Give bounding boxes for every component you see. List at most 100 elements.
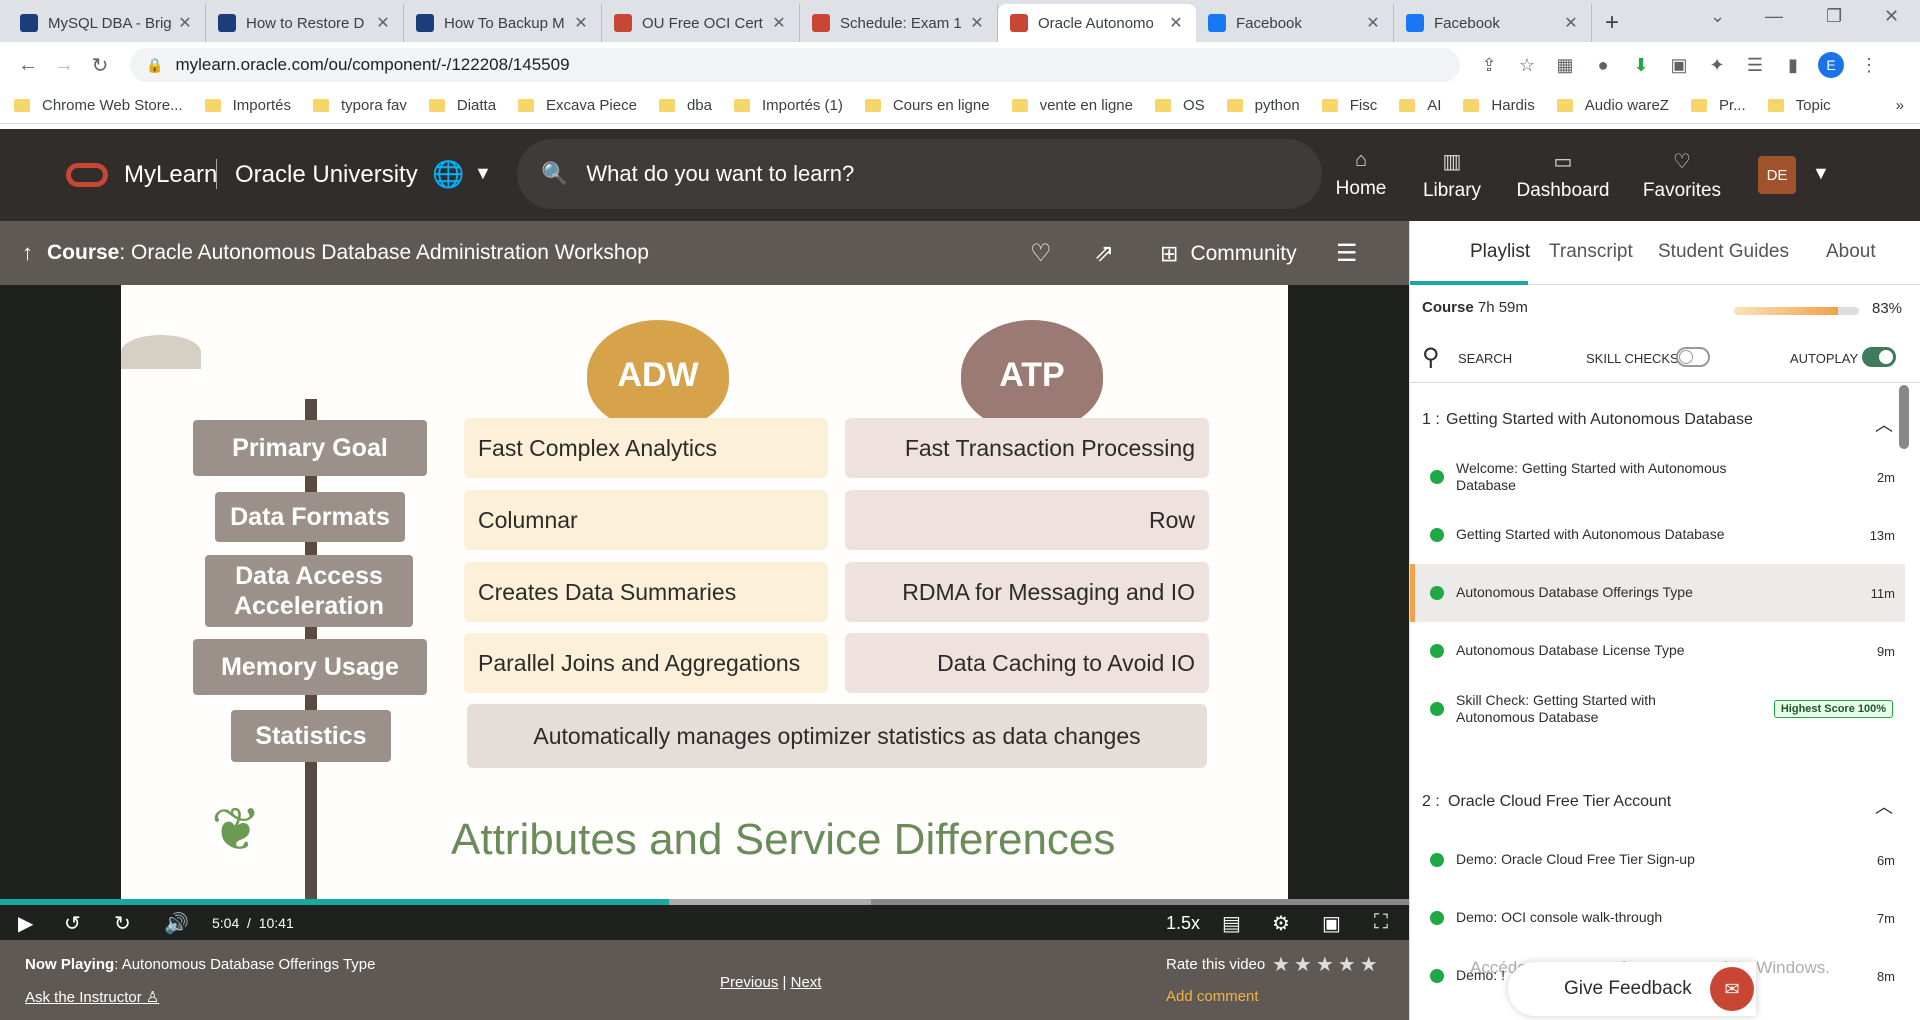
close-tab-icon[interactable]: ✕ [1365, 13, 1381, 33]
playlist-toggle-icon[interactable]: ☰ [1336, 239, 1358, 268]
bookmark-item[interactable]: AI [1399, 97, 1441, 114]
bookmark-item[interactable]: Fisc [1321, 97, 1377, 114]
playlist-item-skill-check[interactable]: Skill Check: Getting Started with Autono… [1410, 680, 1905, 738]
globe-icon[interactable]: 🌐 [432, 159, 464, 190]
bookmark-item[interactable]: Excava Piece [518, 97, 637, 114]
give-feedback-button[interactable]: Give Feedback ✉ [1508, 962, 1756, 1016]
close-tab-icon[interactable]: ✕ [177, 13, 193, 33]
bookmark-item[interactable]: dba [658, 97, 712, 114]
rating-stars[interactable]: ★★★★★ [1272, 952, 1382, 977]
favorite-heart-icon[interactable]: ♡ [1030, 239, 1052, 268]
browser-tab[interactable]: How to Restore D ✕ [206, 4, 404, 42]
playlist-item[interactable]: Demo: OCI console walk-through 7m [1410, 889, 1905, 947]
minimize-icon[interactable]: — [1765, 6, 1783, 27]
add-comment-link[interactable]: Add comment [1166, 988, 1259, 1005]
browser-tab[interactable]: MySQL DBA - Brig ✕ [8, 4, 206, 42]
close-tab-icon[interactable]: ✕ [969, 13, 985, 33]
share-icon[interactable]: ⇪ [1470, 55, 1508, 76]
playlist-item[interactable]: Welcome: Getting Started with Autonomous… [1410, 448, 1905, 506]
browser-tab[interactable]: Facebook ✕ [1196, 4, 1394, 42]
play-icon[interactable]: ▶ [18, 911, 33, 936]
search-icon[interactable]: ⚲ [1422, 343, 1440, 372]
back-icon[interactable]: ← [10, 54, 46, 77]
bookmark-item[interactable]: Diatta [428, 97, 496, 114]
close-tab-icon[interactable]: ✕ [771, 13, 787, 33]
url-field[interactable]: 🔒 mylearn.oracle.com/ou/component/-/1222… [130, 48, 1460, 82]
playlist-item-current[interactable]: Autonomous Database Offerings Type 11m [1410, 564, 1905, 622]
cookie-extension-icon[interactable]: ● [1584, 55, 1622, 76]
back-to-course-icon[interactable]: ↑ [22, 240, 33, 266]
bookmark-item[interactable]: Topic [1767, 97, 1831, 114]
course-title[interactable]: Course: Oracle Autonomous Database Admin… [47, 241, 649, 265]
reading-list-icon[interactable]: ☰ [1736, 55, 1774, 76]
settings-gear-icon[interactable]: ⚙ [1272, 911, 1290, 936]
bookmark-item[interactable]: typora fav [312, 97, 407, 114]
bookmark-item[interactable]: OS [1154, 97, 1205, 114]
video-player[interactable]: ADW ATP Primary Goal Data Formats Data A… [0, 285, 1409, 940]
nav-library[interactable]: ▥ Library [1402, 149, 1502, 202]
chevron-up-icon[interactable]: ︿ [1875, 411, 1893, 437]
close-window-icon[interactable]: ✕ [1884, 6, 1899, 27]
bookmark-item[interactable]: Importés [204, 97, 291, 114]
bookmark-item[interactable]: vente en ligne [1011, 97, 1133, 114]
nav-home[interactable]: ⌂ Home [1311, 149, 1411, 200]
tab-student-guides[interactable]: Student Guides [1658, 241, 1789, 263]
extension-icon[interactable]: ▦ [1546, 55, 1584, 76]
restore-icon[interactable]: ❐ [1826, 6, 1842, 27]
search-label[interactable]: SEARCH [1458, 351, 1512, 366]
bookmark-item[interactable]: Importés (1) [733, 97, 843, 114]
ask-instructor-link[interactable]: Ask the Instructor ♙ [25, 988, 159, 1006]
bookmark-item[interactable]: Chrome Web Store... [14, 97, 183, 114]
next-link[interactable]: Next [791, 974, 822, 991]
playback-speed[interactable]: 1.5x [1166, 913, 1200, 934]
tab-playlist[interactable]: Playlist [1470, 241, 1530, 263]
brand-title[interactable]: MyLearn [124, 161, 217, 189]
browser-tab[interactable]: Oracle Autonomo ✕ [998, 4, 1196, 42]
oracle-logo[interactable] [66, 163, 108, 187]
menu-icon[interactable]: ⋮ [1850, 55, 1888, 76]
playlist-item[interactable]: Getting Started with Autonomous Database… [1410, 506, 1905, 564]
tb-extension-icon[interactable]: ▣ [1660, 55, 1698, 76]
forward-10-icon[interactable]: ↻ [114, 911, 131, 936]
profile-avatar[interactable]: E [1812, 52, 1850, 78]
browser-tab[interactable]: Schedule: Exam 1 ✕ [800, 4, 998, 42]
bookmark-item[interactable]: python [1226, 97, 1300, 114]
close-tab-icon[interactable]: ✕ [375, 13, 391, 33]
chevron-up-icon[interactable]: ︿ [1875, 793, 1893, 819]
share-course-icon[interactable]: ⇗ [1094, 239, 1114, 268]
captions-icon[interactable]: ▤ [1222, 911, 1241, 936]
autoplay-toggle[interactable] [1862, 347, 1896, 367]
playlist-item[interactable]: Demo: Oracle Cloud Free Tier Sign-up 6m [1410, 831, 1905, 889]
close-tab-icon[interactable]: ✕ [573, 13, 589, 33]
rewind-10-icon[interactable]: ↺ [64, 911, 81, 936]
browser-tab[interactable]: Facebook ✕ [1394, 4, 1592, 42]
bookmark-item[interactable]: Audio wareZ [1556, 97, 1669, 114]
search-input[interactable]: 🔍 What do you want to learn? [517, 139, 1322, 209]
org-title[interactable]: Oracle University [235, 161, 418, 189]
community-button[interactable]: ⊞ Community [1160, 241, 1297, 267]
nav-dashboard[interactable]: ▭ Dashboard [1513, 149, 1613, 202]
bookmark-item[interactable]: Hardis [1463, 97, 1535, 114]
tab-transcript[interactable]: Transcript [1549, 241, 1633, 263]
close-tab-icon[interactable]: ✕ [1168, 13, 1184, 33]
tab-search-icon[interactable]: ⌄ [1710, 6, 1725, 27]
panel-scrollbar[interactable] [1899, 385, 1909, 449]
browser-tab[interactable]: How To Backup M ✕ [404, 4, 602, 42]
tab-about[interactable]: About [1826, 241, 1876, 263]
skill-checks-toggle[interactable] [1676, 347, 1710, 367]
fullscreen-icon[interactable]: ⛶ [1374, 911, 1388, 934]
user-menu-chevron-icon[interactable]: ▼ [1812, 163, 1830, 184]
puzzle-icon[interactable]: ✦ [1698, 55, 1736, 76]
download-extension-icon[interactable]: ⬇ [1622, 55, 1660, 76]
reload-icon[interactable]: ↻ [82, 53, 118, 78]
browser-tab[interactable]: OU Free OCI Cert ✕ [602, 4, 800, 42]
nav-favorites[interactable]: ♡ Favorites [1632, 149, 1732, 202]
language-chevron-icon[interactable]: ▼ [474, 163, 492, 184]
user-avatar[interactable]: DE [1758, 156, 1796, 194]
new-tab-button[interactable]: + [1592, 4, 1632, 42]
more-bookmarks-icon[interactable]: » [1896, 97, 1904, 114]
playlist-item[interactable]: Autonomous Database License Type 9m [1410, 622, 1905, 680]
previous-link[interactable]: Previous [720, 974, 778, 991]
bookmark-item[interactable]: Pr... [1690, 97, 1746, 114]
close-tab-icon[interactable]: ✕ [1563, 13, 1579, 33]
